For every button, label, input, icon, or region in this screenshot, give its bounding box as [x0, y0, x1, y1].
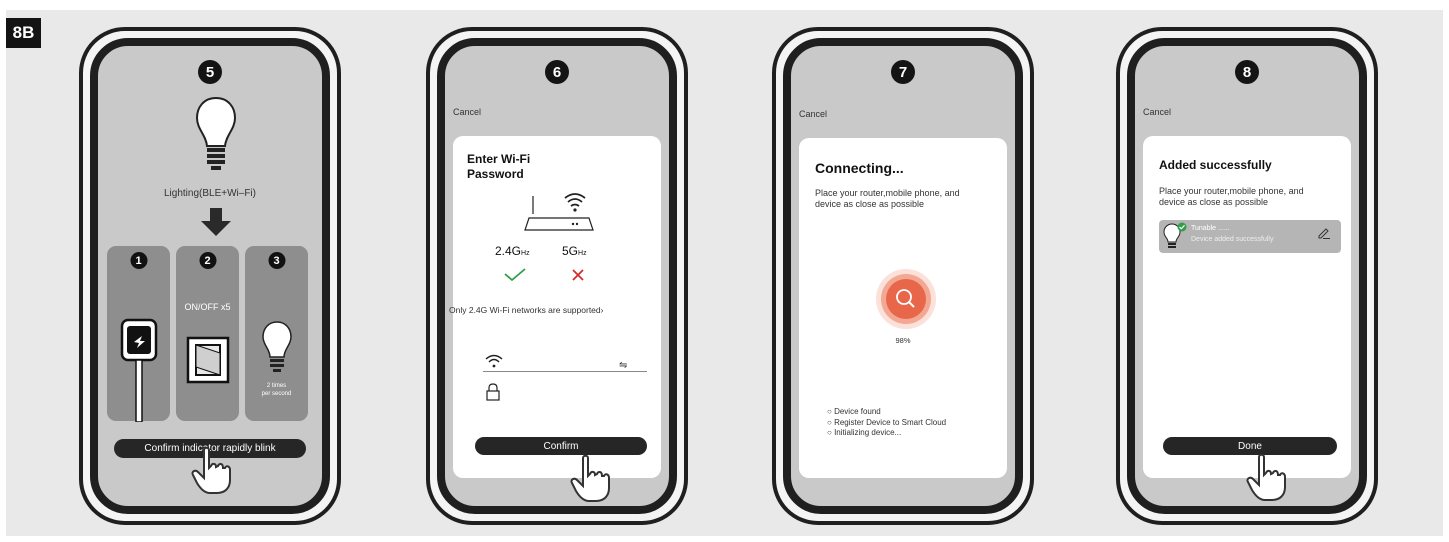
lighting-label: Lighting(BLE+Wi–Fi): [164, 188, 256, 199]
desc-line-2: device as close as possible: [815, 199, 925, 209]
phone-screen: 6 Cancel Enter Wi-Fi Password 2.4GHz 5GH…: [437, 38, 677, 514]
bulb-icon: [195, 96, 237, 170]
tap-hand-icon: [570, 454, 610, 502]
blink-rate-line-2: per second: [261, 391, 292, 397]
wall-switch-icon: [186, 336, 230, 384]
status-item-found: ○ Device found: [827, 407, 881, 416]
tap-hand-icon: [1246, 453, 1286, 501]
card-description: Place your router,mobile phone, and devi…: [1159, 186, 1304, 208]
device-name: Tunable ......: [1191, 225, 1230, 232]
cross-icon: [572, 269, 584, 281]
band-24g: 2.4GHz: [495, 244, 530, 258]
device-status: Device added successfully: [1191, 236, 1274, 243]
band-24g-unit: Hz: [521, 250, 530, 257]
lock-icon: [486, 383, 500, 401]
band-5g-value: 5G: [562, 244, 579, 258]
phone-step-6: 6 Cancel Enter Wi-Fi Password 2.4GHz 5GH…: [426, 27, 688, 525]
card-description: Place your router,mobile phone, and devi…: [815, 188, 960, 210]
switch-network-icon[interactable]: ⇋: [619, 360, 627, 371]
phone-step-7: 7 Cancel Connecting... Place your router…: [772, 27, 1034, 525]
bulb-icon: [262, 321, 292, 372]
status-item-text: Register Device to Smart Cloud: [834, 417, 947, 427]
connecting-card: Connecting... Place your router,mobile p…: [799, 138, 1007, 478]
status-item-text: Device found: [834, 407, 881, 416]
band-5g-unit: Hz: [578, 250, 587, 257]
step-number: 8: [1235, 60, 1259, 84]
desc-line-2: device as close as possible: [1159, 197, 1269, 207]
step-number: 5: [198, 60, 222, 84]
phone-step-5: 5 Lighting(BLE+Wi–Fi) 1 2 ON/OFF x5 3 2 …: [79, 27, 341, 525]
wifi-card: Enter Wi-Fi Password 2.4GHz 5GHz Only 2.…: [449, 136, 661, 478]
card-title: Connecting...: [815, 160, 904, 176]
blink-rate-text: 2 times per second: [245, 382, 308, 398]
card-title: Added successfully: [1159, 158, 1272, 172]
title-line-2: Password: [467, 167, 524, 181]
instruction-column-2: 2 ON/OFF x5: [176, 246, 239, 421]
cancel-link[interactable]: Cancel: [453, 107, 481, 117]
router-icon: [524, 193, 594, 231]
arrow-down-icon: [201, 208, 231, 236]
phone-step-8: 8 Cancel Added successfully Place your r…: [1116, 27, 1378, 525]
phone-screen: 7 Cancel Connecting... Place your router…: [783, 38, 1023, 514]
onoff-label: ON/OFF x5: [184, 302, 231, 312]
instruction-column-1: 1: [107, 246, 170, 422]
status-item-initializing: ○ Initializing device...: [827, 428, 902, 437]
cancel-link[interactable]: Cancel: [799, 109, 827, 119]
success-card: Added successfully Place your router,mob…: [1143, 136, 1351, 478]
cancel-link[interactable]: Cancel: [1143, 107, 1171, 117]
column-number: 3: [268, 252, 285, 269]
phone-screen: 8 Cancel Added successfully Place your r…: [1127, 38, 1367, 514]
figure-label: 8B: [6, 18, 41, 48]
column-number: 2: [199, 252, 216, 269]
blink-rate-line-1: 2 times: [266, 383, 287, 389]
search-progress-ring: [876, 269, 936, 329]
title-line-1: Enter Wi-Fi: [467, 152, 531, 166]
desc-line-1: Place your router,mobile phone, and: [815, 188, 960, 198]
column-number: 1: [130, 252, 147, 269]
status-item-text: Initializing device...: [834, 428, 902, 437]
status-item-register: ○ Register Device to Smart Cloud: [827, 417, 947, 427]
status-list: ○ Device found ○ Register Device to Smar…: [827, 407, 946, 439]
device-row[interactable]: Tunable ...... Device added successfully: [1159, 220, 1341, 253]
step-number: 6: [545, 60, 569, 84]
supported-note[interactable]: Only 2.4G Wi-Fi networks are supported›: [449, 305, 661, 315]
desc-line-1: Place your router,mobile phone, and: [1159, 186, 1304, 196]
wifi-icon: [485, 354, 503, 368]
wifi-name-input[interactable]: [483, 371, 647, 372]
band-5g: 5GHz: [562, 244, 587, 258]
check-icon: [504, 268, 526, 282]
progress-label: 98%: [895, 336, 911, 345]
phone-screen: 5 Lighting(BLE+Wi–Fi) 1 2 ON/OFF x5 3 2 …: [90, 38, 330, 514]
card-title: Enter Wi-Fi Password: [467, 152, 530, 182]
step-number: 7: [891, 60, 915, 84]
edit-pencil-icon[interactable]: [1317, 227, 1331, 239]
instruction-column-3: 3 2 times per second: [245, 246, 308, 421]
confirm-button[interactable]: Confirm: [475, 437, 647, 455]
tap-hand-icon: [191, 446, 231, 494]
success-check-icon: [1177, 222, 1187, 232]
power-plug-icon: [120, 318, 158, 422]
band-24g-value: 2.4G: [495, 244, 522, 258]
